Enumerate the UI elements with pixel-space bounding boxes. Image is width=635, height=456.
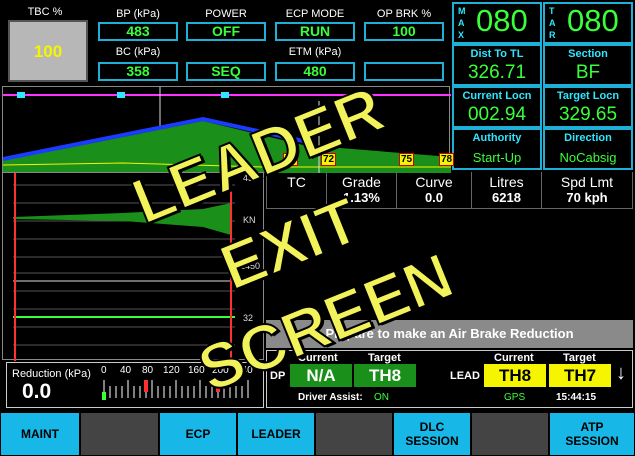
target-speed-value: 080 bbox=[567, 3, 619, 38]
spd-lmt-label: Spd Lmt bbox=[560, 174, 614, 190]
direction-box: Direction NoCabsig bbox=[543, 128, 633, 170]
curve-label: Curve bbox=[415, 174, 453, 190]
lead-label: LEAD bbox=[450, 370, 480, 382]
ecp-button[interactable]: ECP bbox=[159, 412, 237, 456]
authority-label: Authority bbox=[472, 132, 522, 144]
dlc-session-label-1: DLC bbox=[419, 420, 445, 434]
max-letter-a: A bbox=[458, 18, 465, 28]
softkey-blank-2[interactable] bbox=[315, 412, 393, 456]
current-locn-label: Current Locn bbox=[462, 90, 532, 102]
dp-target-header: Target bbox=[368, 352, 401, 364]
maint-button[interactable]: MAINT bbox=[0, 412, 80, 456]
max-speed-box: M A X 080 bbox=[452, 2, 542, 44]
tbc-value: 100 bbox=[33, 42, 63, 61]
litres-cell: Litres 6218 bbox=[471, 172, 541, 208]
current-locn-box: Current Locn 002.94 bbox=[452, 86, 542, 128]
curve-value: 0.0 bbox=[424, 190, 444, 205]
reduction-scale-0: 0 bbox=[101, 365, 107, 376]
atp-session-button[interactable]: ATP SESSION bbox=[549, 412, 635, 456]
dlc-session-label-2: SESSION bbox=[405, 434, 459, 448]
lead-target-value: TH7 bbox=[549, 364, 611, 387]
bc-value: 358 bbox=[98, 62, 178, 81]
bp-label: BP (kPa) bbox=[116, 8, 160, 20]
lead-current-header: Current bbox=[494, 352, 534, 364]
blank-value-box bbox=[364, 62, 444, 81]
ecp-button-label: ECP bbox=[185, 427, 211, 441]
reduction-scale-80: 80 bbox=[142, 365, 154, 376]
atp-session-label-1: ATP bbox=[580, 420, 604, 434]
lead-direction-arrow-icon: ↓ bbox=[616, 362, 626, 384]
softkey-blank-3[interactable] bbox=[471, 412, 549, 456]
reduction-indicator bbox=[102, 392, 106, 400]
reduction-red-marker bbox=[144, 380, 148, 392]
softkey-blank-1[interactable] bbox=[80, 412, 159, 456]
authority-box: Authority Start-Up bbox=[452, 128, 542, 170]
dp-target-value: TH8 bbox=[354, 364, 416, 387]
lead-time: 15:44:15 bbox=[556, 392, 597, 403]
target-locn-box: Target Locn 329.65 bbox=[543, 86, 633, 128]
dlc-session-button[interactable]: DLC SESSION bbox=[393, 412, 471, 456]
litres-label: Litres bbox=[489, 174, 524, 190]
etm-label: ETM (kPa) bbox=[288, 46, 342, 58]
authority-value: Start-Up bbox=[472, 150, 522, 165]
gps-label: GPS bbox=[504, 392, 526, 403]
tbc-label: TBC % bbox=[27, 6, 63, 18]
curve-cell: Curve 0.0 bbox=[396, 172, 471, 208]
reduction-scale-120: 120 bbox=[163, 365, 180, 376]
driver-assist-value: ON bbox=[374, 392, 389, 403]
direction-label: Direction bbox=[564, 132, 612, 144]
reduction-label: Reduction (kPa) bbox=[12, 368, 91, 380]
lead-current-value: TH8 bbox=[484, 364, 546, 387]
leader-button-label: LEADER bbox=[251, 427, 301, 441]
target-locn-label: Target Locn bbox=[556, 90, 620, 102]
section-box: Section BF bbox=[543, 44, 633, 86]
dist-to-tl-box: Dist To TL 326.71 bbox=[452, 44, 542, 86]
bc-label: BC (kPa) bbox=[115, 46, 161, 58]
section-value: BF bbox=[575, 62, 601, 83]
target-locn-value: 329.65 bbox=[558, 104, 618, 125]
reduction-value: 0.0 bbox=[22, 380, 52, 403]
spd-lmt-cell: Spd Lmt 70 kph bbox=[541, 172, 633, 208]
speed-marker: 75 bbox=[399, 153, 415, 166]
seq-value: SEQ bbox=[186, 62, 266, 81]
op-brk-label: OP BRK % bbox=[376, 8, 432, 20]
dist-to-tl-label: Dist To TL bbox=[470, 48, 524, 60]
power-value: OFF bbox=[186, 22, 266, 41]
tar-letter-t: T bbox=[549, 6, 555, 16]
ecp-mode-label: ECP MODE bbox=[285, 8, 345, 20]
max-letter-m: M bbox=[458, 6, 466, 16]
current-locn-value: 002.94 bbox=[467, 104, 527, 125]
bp-value: 483 bbox=[98, 22, 178, 41]
speed-marker: 78 bbox=[439, 153, 455, 166]
direction-value: NoCabsig bbox=[559, 150, 617, 165]
spd-lmt-value: 70 kph bbox=[566, 190, 608, 205]
leader-button[interactable]: LEADER bbox=[237, 412, 315, 456]
dist-to-tl-value: 326.71 bbox=[467, 62, 527, 83]
tar-letter-r: R bbox=[549, 30, 556, 40]
ecp-mode-value: RUN bbox=[275, 22, 355, 41]
track-marker bbox=[17, 92, 25, 98]
target-speed-box: T A R 080 bbox=[543, 2, 633, 44]
max-speed-value: 080 bbox=[476, 3, 528, 38]
power-label: POWER bbox=[205, 8, 247, 20]
driver-assist-label: Driver Assist: bbox=[298, 392, 363, 403]
track-marker bbox=[117, 92, 125, 98]
section-label: Section bbox=[568, 48, 608, 60]
lead-target-header: Target bbox=[563, 352, 596, 364]
max-letter-x: X bbox=[458, 30, 465, 40]
track-marker bbox=[221, 92, 229, 98]
atp-session-label-2: SESSION bbox=[565, 434, 619, 448]
op-brk-value: 100 bbox=[364, 22, 444, 41]
reduction-scale-40: 40 bbox=[120, 365, 132, 376]
litres-value: 6218 bbox=[492, 190, 521, 205]
maint-button-label: MAINT bbox=[21, 427, 59, 441]
etm-value: 480 bbox=[275, 62, 355, 81]
tar-letter-a: A bbox=[549, 18, 556, 28]
